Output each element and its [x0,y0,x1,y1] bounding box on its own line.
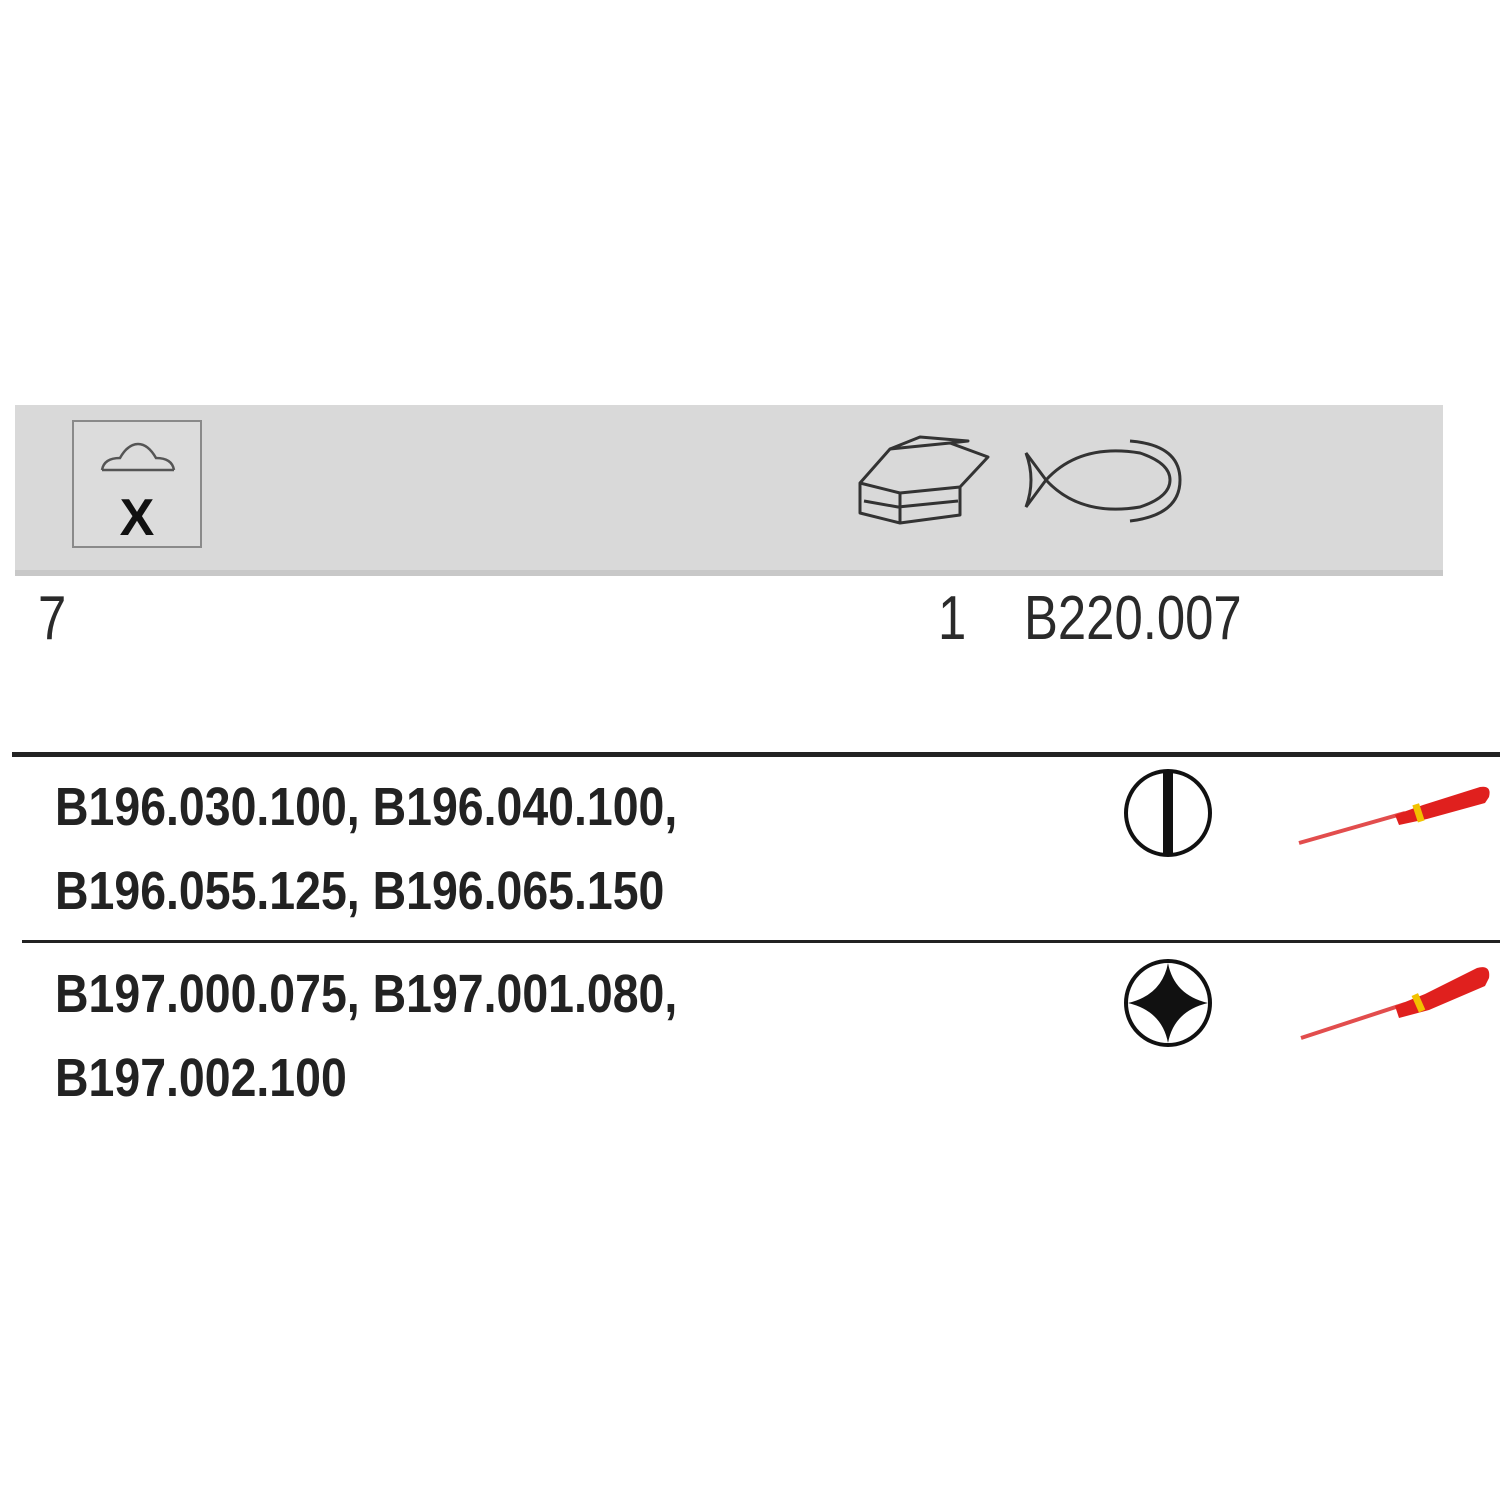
item-codes-slotted: B196.030.100, B196.040.100, B196.055.125… [55,765,677,933]
table-header [15,405,1443,570]
box-pack-icon [858,435,990,525]
section-divider [12,752,1500,757]
set-quantity-header: X [72,420,202,548]
article-number: B220.007 [1024,584,1242,653]
codes-line: B196.030.100, B196.040.100, [55,777,678,837]
hanger-pack-icon [100,442,176,472]
phillips-tip-icon [1124,959,1212,1047]
screwdriver-icon [1300,967,1490,1040]
codes-line: B197.000.075, B197.001.080, [55,964,678,1024]
codes-line: B197.002.100 [55,1048,347,1108]
set-quantity-value: 7 [38,584,67,653]
item-codes-phillips: B197.000.075, B197.001.080, B197.002.100 [55,952,677,1120]
header-divider [15,570,1443,576]
pack-quantity-value: 1 [938,584,967,653]
codes-line: B196.055.125, B196.065.150 [55,861,665,921]
set-quantity-marker: X [119,489,155,547]
slotted-tip-icon [1124,769,1212,857]
fish-pack-icon [1024,439,1182,523]
row-divider [22,940,1500,943]
screwdriver-icon [1298,786,1490,845]
